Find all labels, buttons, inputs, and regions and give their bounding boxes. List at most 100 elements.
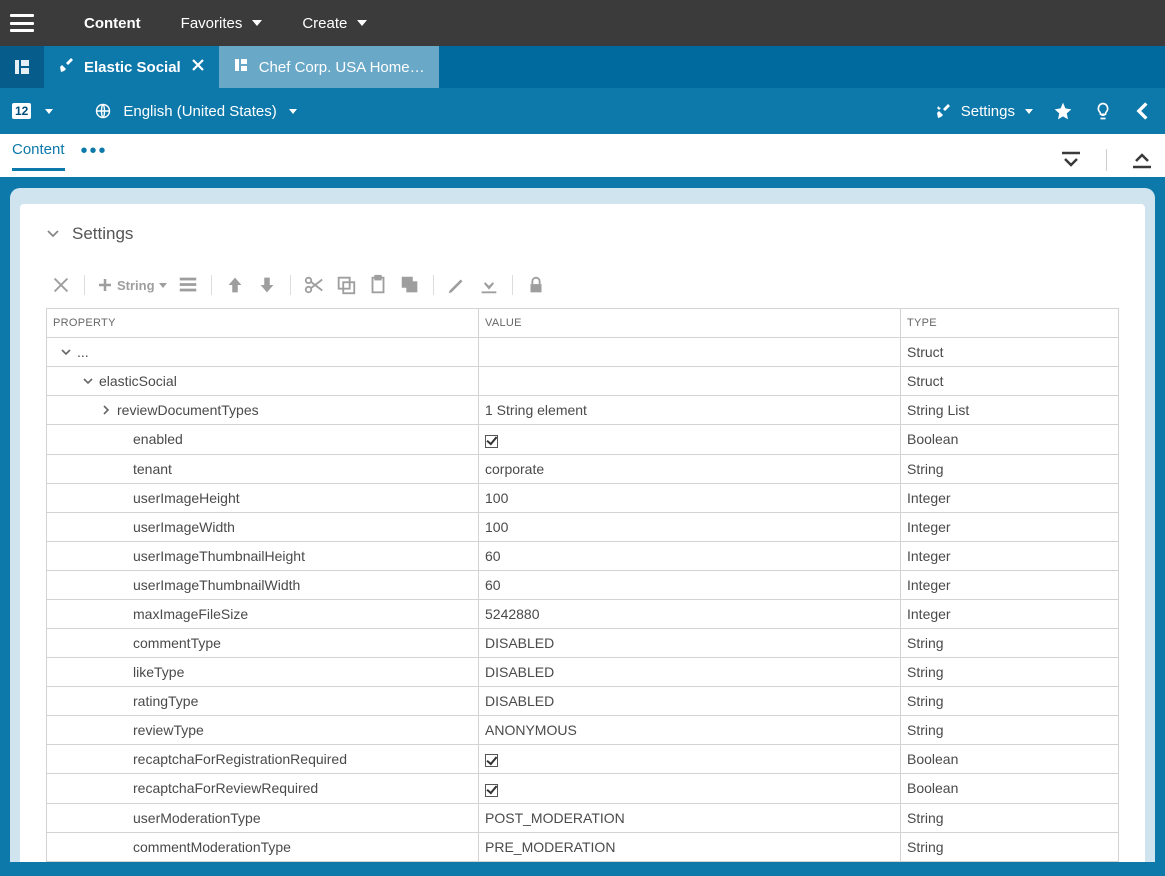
expand-down-icon[interactable] xyxy=(1060,151,1082,169)
checkbox-icon[interactable] xyxy=(485,435,498,448)
table-row[interactable]: userModerationTypePOST_MODERATIONString xyxy=(47,803,1119,832)
table-row[interactable]: userImageWidth100Integer xyxy=(47,512,1119,541)
table-row[interactable]: ratingTypeDISABLEDString xyxy=(47,686,1119,715)
table-row[interactable]: reviewTypeANONYMOUSString xyxy=(47,715,1119,744)
sub-bar: 12 English (United States) Settings xyxy=(0,88,1165,134)
property-type: String xyxy=(901,657,1119,686)
property-name: recaptchaForReviewRequired xyxy=(133,780,318,796)
table-row[interactable]: commentModerationTypePRE_MODERATIONStrin… xyxy=(47,832,1119,861)
col-header-value[interactable]: VALUE xyxy=(479,309,901,338)
tab-well-button[interactable] xyxy=(0,46,44,88)
chevron-down-icon xyxy=(46,227,60,241)
editor-tab[interactable]: Chef Corp. USA Home… xyxy=(219,46,439,88)
section-header[interactable]: Settings xyxy=(46,224,1119,244)
property-value[interactable]: 1 String element xyxy=(479,396,901,425)
property-value[interactable]: ANONYMOUS xyxy=(479,715,901,744)
content-tab[interactable]: Content xyxy=(12,141,65,171)
star-icon[interactable] xyxy=(1053,101,1073,121)
copy-button[interactable] xyxy=(331,272,361,298)
table-row[interactable]: userImageThumbnailHeight60Integer xyxy=(47,541,1119,570)
chevron-right-icon[interactable] xyxy=(101,405,111,415)
property-name: elasticSocial xyxy=(99,373,177,389)
property-value[interactable] xyxy=(479,425,901,455)
table-row[interactable]: reviewDocumentTypes1 String elementStrin… xyxy=(47,396,1119,425)
table-row[interactable]: ...Struct xyxy=(47,338,1119,367)
checkbox-icon[interactable] xyxy=(485,754,498,767)
download-button[interactable] xyxy=(474,272,504,298)
table-row[interactable]: tenantcorporateString xyxy=(47,454,1119,483)
chevron-down-icon[interactable] xyxy=(83,376,93,386)
nav-favorites[interactable]: Favorites xyxy=(181,15,263,32)
cut-button[interactable] xyxy=(299,272,329,298)
paste-button[interactable] xyxy=(363,272,393,298)
tab-strip: Elastic SocialChef Corp. USA Home… xyxy=(0,46,1165,88)
property-type: Integer xyxy=(901,483,1119,512)
property-value[interactable]: PRE_MODERATION xyxy=(479,832,901,861)
property-value[interactable]: 60 xyxy=(479,541,901,570)
close-icon[interactable] xyxy=(191,58,205,76)
chevron-down-icon[interactable] xyxy=(61,347,71,357)
property-value[interactable]: DISABLED xyxy=(479,686,901,715)
settings-menu[interactable]: Settings xyxy=(935,103,1033,120)
plus-icon xyxy=(97,277,113,293)
table-row[interactable]: recaptchaForRegistrationRequiredBoolean xyxy=(47,744,1119,774)
page-icon xyxy=(233,57,249,77)
checkbox-icon[interactable] xyxy=(485,784,498,797)
property-value[interactable] xyxy=(479,338,901,367)
separator xyxy=(433,275,434,295)
property-name: reviewType xyxy=(133,722,204,738)
lock-button[interactable] xyxy=(521,272,551,298)
nav-create[interactable]: Create xyxy=(302,15,367,32)
property-type: String xyxy=(901,454,1119,483)
separator xyxy=(290,275,291,295)
chevron-down-icon xyxy=(159,283,167,288)
property-name: commentType xyxy=(133,635,221,651)
locale-selector[interactable]: English (United States) xyxy=(95,103,296,120)
table-row[interactable]: userImageHeight100Integer xyxy=(47,483,1119,512)
table-row[interactable]: maxImageFileSize5242880Integer xyxy=(47,599,1119,628)
property-value[interactable] xyxy=(479,744,901,774)
property-value[interactable]: corporate xyxy=(479,454,901,483)
list-settings-button[interactable] xyxy=(173,272,203,298)
property-value[interactable]: DISABLED xyxy=(479,628,901,657)
property-type: Struct xyxy=(901,367,1119,396)
property-name: userImageWidth xyxy=(133,519,235,535)
col-header-type[interactable]: TYPE xyxy=(901,309,1119,338)
property-type: Struct xyxy=(901,338,1119,367)
table-row[interactable]: likeTypeDISABLEDString xyxy=(47,657,1119,686)
property-value[interactable]: DISABLED xyxy=(479,657,901,686)
edit-button[interactable] xyxy=(442,272,472,298)
nav-create-label: Create xyxy=(302,15,347,32)
table-row[interactable]: userImageThumbnailWidth60Integer xyxy=(47,570,1119,599)
section-title: Settings xyxy=(72,224,133,244)
duplicate-button[interactable] xyxy=(395,272,425,298)
add-property-button[interactable]: String xyxy=(93,272,171,298)
chevron-down-icon[interactable] xyxy=(45,109,53,114)
property-value[interactable] xyxy=(479,367,901,396)
nav-content[interactable]: Content xyxy=(84,15,141,32)
lightbulb-icon[interactable] xyxy=(1093,101,1113,121)
more-actions-icon[interactable]: ••• xyxy=(81,140,108,171)
property-name: enabled xyxy=(133,431,183,447)
property-value[interactable]: 5242880 xyxy=(479,599,901,628)
col-header-property[interactable]: PROPERTY xyxy=(47,309,479,338)
property-type: Integer xyxy=(901,599,1119,628)
version-badge[interactable]: 12 xyxy=(12,103,31,119)
editor-tab[interactable]: Elastic Social xyxy=(44,46,219,88)
move-down-button[interactable] xyxy=(252,272,282,298)
table-row[interactable]: commentTypeDISABLEDString xyxy=(47,628,1119,657)
property-value[interactable]: 100 xyxy=(479,512,901,541)
table-row[interactable]: recaptchaForReviewRequiredBoolean xyxy=(47,774,1119,804)
hamburger-menu-icon[interactable] xyxy=(10,14,34,32)
table-row[interactable]: elasticSocial Struct xyxy=(47,367,1119,396)
property-value[interactable]: POST_MODERATION xyxy=(479,803,901,832)
move-up-button[interactable] xyxy=(220,272,250,298)
property-value[interactable]: 60 xyxy=(479,570,901,599)
scissors-icon xyxy=(303,274,325,296)
property-value[interactable]: 100 xyxy=(479,483,901,512)
collapse-up-icon[interactable] xyxy=(1131,151,1153,169)
property-value[interactable] xyxy=(479,774,901,804)
delete-button[interactable] xyxy=(46,272,76,298)
chevron-left-big-icon[interactable] xyxy=(1133,101,1153,121)
table-row[interactable]: enabledBoolean xyxy=(47,425,1119,455)
